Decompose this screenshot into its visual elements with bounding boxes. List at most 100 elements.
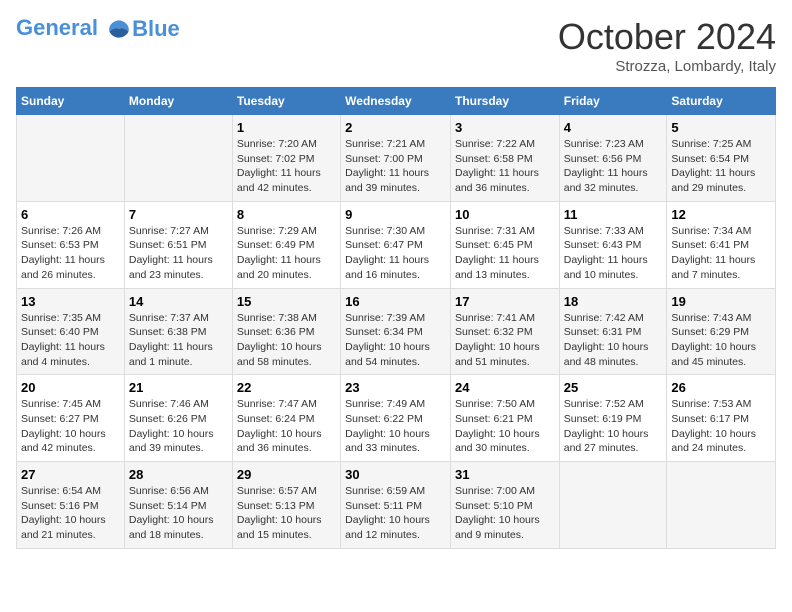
day-number: 24	[455, 380, 555, 395]
calendar-week-row: 27Sunrise: 6:54 AM Sunset: 5:16 PM Dayli…	[17, 462, 776, 549]
weekday-header-row: SundayMondayTuesdayWednesdayThursdayFrid…	[17, 88, 776, 115]
day-number: 6	[21, 207, 120, 222]
calendar-cell: 12 Sunrise: 7:34 AM Sunset: 6:41 PM Dayli…	[667, 201, 776, 288]
calendar-week-row: 20 Sunrise: 7:45 AM Sunset: 6:27 PM Dayli…	[17, 375, 776, 462]
calendar-cell: 28 Sunrise: 6:56 AM Sunset: 5:14 PM Dayli…	[124, 462, 232, 549]
cell-content: Sunrise: 7:49 AM Sunset: 6:22 PM Dayligh…	[345, 397, 446, 456]
day-number: 13	[21, 294, 120, 309]
cell-content: Sunrise: 7:38 AM Sunset: 6:36 PM Dayligh…	[237, 311, 336, 370]
cell-content: Sunrise: 7:34 AM Sunset: 6:41 PM Dayligh…	[671, 224, 771, 283]
calendar-cell: 20 Sunrise: 7:45 AM Sunset: 6:27 PM Dayli…	[17, 375, 125, 462]
cell-content: Sunrise: 7:42 AM Sunset: 6:31 PM Dayligh…	[564, 311, 663, 370]
cell-content: Sunrise: 7:33 AM Sunset: 6:43 PM Dayligh…	[564, 224, 663, 283]
day-number: 29	[237, 467, 336, 482]
cell-content: Sunrise: 7:23 AM Sunset: 6:56 PM Dayligh…	[564, 137, 663, 196]
calendar-cell: 26 Sunrise: 7:53 AM Sunset: 6:17 PM Dayli…	[667, 375, 776, 462]
calendar-cell: 15 Sunrise: 7:38 AM Sunset: 6:36 PM Dayli…	[232, 288, 340, 375]
calendar-cell: 23 Sunrise: 7:49 AM Sunset: 6:22 PM Dayli…	[341, 375, 451, 462]
day-number: 7	[129, 207, 228, 222]
day-number: 19	[671, 294, 771, 309]
cell-content: Sunrise: 7:52 AM Sunset: 6:19 PM Dayligh…	[564, 397, 663, 456]
weekday-header: Tuesday	[232, 88, 340, 115]
calendar-cell: 31 Sunrise: 7:00 AM Sunset: 5:10 PM Dayli…	[450, 462, 559, 549]
calendar-cell: 25 Sunrise: 7:52 AM Sunset: 6:19 PM Dayli…	[559, 375, 667, 462]
calendar-cell: 22 Sunrise: 7:47 AM Sunset: 6:24 PM Dayli…	[232, 375, 340, 462]
cell-content: Sunrise: 7:53 AM Sunset: 6:17 PM Dayligh…	[671, 397, 771, 456]
calendar-cell	[17, 115, 125, 202]
cell-content: Sunrise: 7:26 AM Sunset: 6:53 PM Dayligh…	[21, 224, 120, 283]
day-number: 12	[671, 207, 771, 222]
calendar-cell: 8Sunrise: 7:29 AM Sunset: 6:49 PM Daylig…	[232, 201, 340, 288]
calendar-cell: 4Sunrise: 7:23 AM Sunset: 6:56 PM Daylig…	[559, 115, 667, 202]
cell-content: Sunrise: 7:30 AM Sunset: 6:47 PM Dayligh…	[345, 224, 446, 283]
calendar-cell: 16 Sunrise: 7:39 AM Sunset: 6:34 PM Dayli…	[341, 288, 451, 375]
cell-content: Sunrise: 7:35 AM Sunset: 6:40 PM Dayligh…	[21, 311, 120, 370]
cell-content: Sunrise: 7:37 AM Sunset: 6:38 PM Dayligh…	[129, 311, 228, 370]
logo-line1: General	[16, 15, 98, 40]
day-number: 1	[237, 120, 336, 135]
cell-content: Sunrise: 7:27 AM Sunset: 6:51 PM Dayligh…	[129, 224, 228, 283]
day-number: 28	[129, 467, 228, 482]
logo-line2: Blue	[132, 16, 180, 42]
day-number: 9	[345, 207, 446, 222]
title-block: October 2024 Strozza, Lombardy, Italy	[558, 16, 776, 75]
calendar-cell: 30Sunrise: 6:59 AM Sunset: 5:11 PM Dayli…	[341, 462, 451, 549]
calendar-cell: 7 Sunrise: 7:27 AM Sunset: 6:51 PM Daylig…	[124, 201, 232, 288]
calendar-cell: 2 Sunrise: 7:21 AM Sunset: 7:00 PM Daylig…	[341, 115, 451, 202]
day-number: 14	[129, 294, 228, 309]
cell-content: Sunrise: 7:41 AM Sunset: 6:32 PM Dayligh…	[455, 311, 555, 370]
cell-content: Sunrise: 7:39 AM Sunset: 6:34 PM Dayligh…	[345, 311, 446, 370]
calendar-cell	[559, 462, 667, 549]
calendar-cell: 13 Sunrise: 7:35 AM Sunset: 6:40 PM Dayli…	[17, 288, 125, 375]
day-number: 15	[237, 294, 336, 309]
month-title: October 2024	[558, 16, 776, 58]
weekday-header: Sunday	[17, 88, 125, 115]
logo-bird-icon	[106, 16, 132, 42]
calendar-cell	[124, 115, 232, 202]
calendar-cell: 19 Sunrise: 7:43 AM Sunset: 6:29 PM Dayli…	[667, 288, 776, 375]
calendar-cell: 27Sunrise: 6:54 AM Sunset: 5:16 PM Dayli…	[17, 462, 125, 549]
day-number: 25	[564, 380, 663, 395]
cell-content: Sunrise: 6:56 AM Sunset: 5:14 PM Dayligh…	[129, 484, 228, 543]
day-number: 3	[455, 120, 555, 135]
calendar-table: SundayMondayTuesdayWednesdayThursdayFrid…	[16, 87, 776, 549]
page-header: General Blue October 2024 Strozza, Lomba…	[16, 16, 776, 75]
day-number: 20	[21, 380, 120, 395]
weekday-header: Monday	[124, 88, 232, 115]
calendar-week-row: 6 Sunrise: 7:26 AM Sunset: 6:53 PM Daylig…	[17, 201, 776, 288]
calendar-cell: 11Sunrise: 7:33 AM Sunset: 6:43 PM Dayli…	[559, 201, 667, 288]
calendar-cell: 9 Sunrise: 7:30 AM Sunset: 6:47 PM Daylig…	[341, 201, 451, 288]
cell-content: Sunrise: 7:47 AM Sunset: 6:24 PM Dayligh…	[237, 397, 336, 456]
day-number: 26	[671, 380, 771, 395]
cell-content: Sunrise: 7:46 AM Sunset: 6:26 PM Dayligh…	[129, 397, 228, 456]
weekday-header: Saturday	[667, 88, 776, 115]
cell-content: Sunrise: 7:25 AM Sunset: 6:54 PM Dayligh…	[671, 137, 771, 196]
cell-content: Sunrise: 7:21 AM Sunset: 7:00 PM Dayligh…	[345, 137, 446, 196]
calendar-week-row: 1Sunrise: 7:20 AM Sunset: 7:02 PM Daylig…	[17, 115, 776, 202]
cell-content: Sunrise: 7:22 AM Sunset: 6:58 PM Dayligh…	[455, 137, 555, 196]
day-number: 2	[345, 120, 446, 135]
cell-content: Sunrise: 7:50 AM Sunset: 6:21 PM Dayligh…	[455, 397, 555, 456]
day-number: 23	[345, 380, 446, 395]
cell-content: Sunrise: 7:00 AM Sunset: 5:10 PM Dayligh…	[455, 484, 555, 543]
day-number: 22	[237, 380, 336, 395]
calendar-cell: 17 Sunrise: 7:41 AM Sunset: 6:32 PM Dayli…	[450, 288, 559, 375]
day-number: 10	[455, 207, 555, 222]
calendar-cell: 1Sunrise: 7:20 AM Sunset: 7:02 PM Daylig…	[232, 115, 340, 202]
calendar-cell: 3 Sunrise: 7:22 AM Sunset: 6:58 PM Daylig…	[450, 115, 559, 202]
cell-content: Sunrise: 7:45 AM Sunset: 6:27 PM Dayligh…	[21, 397, 120, 456]
day-number: 31	[455, 467, 555, 482]
calendar-cell: 24 Sunrise: 7:50 AM Sunset: 6:21 PM Dayli…	[450, 375, 559, 462]
cell-content: Sunrise: 7:43 AM Sunset: 6:29 PM Dayligh…	[671, 311, 771, 370]
calendar-cell: 18Sunrise: 7:42 AM Sunset: 6:31 PM Dayli…	[559, 288, 667, 375]
day-number: 5	[671, 120, 771, 135]
calendar-cell: 6 Sunrise: 7:26 AM Sunset: 6:53 PM Daylig…	[17, 201, 125, 288]
day-number: 8	[237, 207, 336, 222]
day-number: 21	[129, 380, 228, 395]
day-number: 16	[345, 294, 446, 309]
calendar-cell: 5 Sunrise: 7:25 AM Sunset: 6:54 PM Daylig…	[667, 115, 776, 202]
cell-content: Sunrise: 7:31 AM Sunset: 6:45 PM Dayligh…	[455, 224, 555, 283]
day-number: 17	[455, 294, 555, 309]
cell-content: Sunrise: 6:59 AM Sunset: 5:11 PM Dayligh…	[345, 484, 446, 543]
logo: General Blue	[16, 16, 180, 42]
